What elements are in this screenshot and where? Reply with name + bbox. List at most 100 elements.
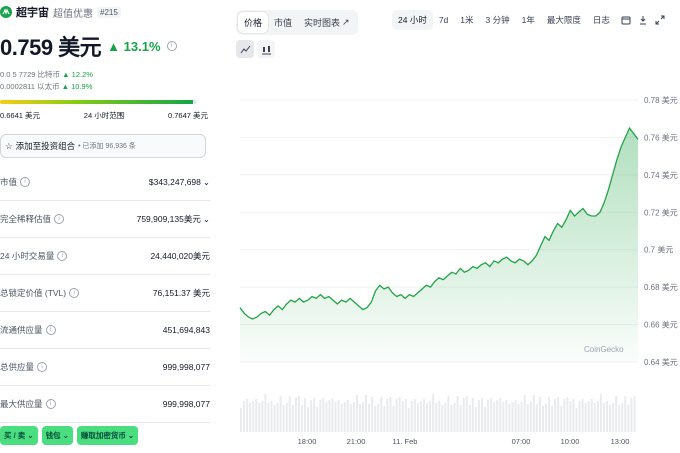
range-labels: 0.6641 美元 24 小时范围 0.7647 美元 [0,110,208,121]
stat-value: 999,998,077 [163,362,210,372]
volume-bar [377,404,380,432]
volume-bar [450,405,453,432]
volume-bar [447,396,450,432]
volume-bar [633,396,636,432]
volume-bar [438,401,441,432]
volume-bar [352,402,355,432]
volume-bar [297,396,300,432]
buy-sell-button[interactable]: 买 / 卖 ⌄ [0,426,38,445]
volume-bar [301,405,303,432]
volume-bar [459,405,462,432]
info-icon[interactable]: i [166,41,177,51]
volume-bar [240,408,242,432]
buy-sell-label: 买 / 卖 [4,431,26,440]
volume-bar [578,401,581,432]
volume-bar [545,404,547,432]
volume-bar [538,397,541,432]
stat-row: 最大供应量 i 999,998,077 [0,386,210,423]
volume-bar [490,398,493,432]
volume-bar [615,396,618,432]
stat-label-text: 市值 [0,177,18,187]
stats-list: 市值 i $343,247,698 ⌄ 完全稀释估值 i 759,909,135美元 ⌄ 24 … [0,164,210,423]
volume-bar [258,403,261,432]
stat-label: 总锁定价值 (TVL) i [0,287,80,299]
stat-label: 最大供应量 i [0,398,56,410]
coin-logo-icon [0,6,12,18]
volume-bar [404,399,407,432]
volume-bar [249,403,252,432]
chevron-down-icon[interactable]: ⌄ [203,214,210,225]
volume-bar [401,401,404,432]
info-icon[interactable]: i [54,214,65,224]
info-icon[interactable]: i [37,362,48,372]
volume-bar [484,407,486,432]
current-price: 0.759 美元 [0,35,102,60]
x-tick-label: 07:00 [512,437,531,446]
price-change-value: 13.1% [123,38,161,54]
y-axis-ticks: 0.78 美元 0.76 美元 0.74 美元 0.72 美元 0.7 美元 0.68 美… [644,95,678,367]
y-tick-label: 0.66 美元 [644,320,678,330]
volume-bar [621,403,624,432]
coin-name: 超宇宙 [16,7,49,19]
coin-tag: 超值优惠 [53,8,93,20]
volume-bar [313,398,316,432]
chevron-down-icon: ⌄ [27,431,34,440]
add-portfolio-button[interactable]: ☆ 添加至投资组合 • 已添加 96,936 条 [0,134,206,158]
volume-bar [374,406,377,432]
price-area [240,128,638,362]
volume-bar [368,404,371,432]
stat-value-text: 999,998,077 [162,362,210,372]
y-tick-label: 0.7 美元 [644,245,673,255]
volume-bar [395,399,398,432]
info-icon[interactable]: i [69,288,80,298]
info-icon[interactable]: i [45,399,56,409]
volume-bar [462,398,465,432]
volume-bar [560,406,563,432]
range-low: 0.6641 美元 [0,111,41,120]
volume-bar [508,404,511,432]
wallet-button[interactable]: 钱包 ⌄ [41,426,73,445]
portfolio-label: 添加至投资组合 [15,141,76,151]
price-chart[interactable]: 0.78 美元 0.76 美元 0.74 美元 0.72 美元 0.7 美元 0.68 美… [234,0,680,453]
eth-change-value: 10.9% [71,82,93,91]
y-tick-label: 0.76 美元 [644,132,678,142]
volume-bar [517,404,520,432]
chevron-down-icon[interactable]: ⌄ [203,177,210,188]
volume-bar [602,403,605,432]
info-icon[interactable]: i [57,251,68,261]
earn-button[interactable]: 赚取加密货币 ⌄ [76,426,139,445]
stat-row: 总锁定价值 (TVL) i 76,151.37 美元 [0,275,210,312]
volume-bar [609,405,612,432]
volume-bar [581,399,584,432]
stat-value: 999,998,077 [163,399,210,409]
volume-bar [593,403,596,432]
stat-value: 451,694,843 [163,325,210,335]
volume-bar [255,399,258,432]
stat-row: 总供应量 i 999,998,077 [0,349,210,386]
btc-price: 0.0 5 7729 比特币 [0,70,61,79]
range-label: 24 小时范围 [83,111,125,120]
volume-bar [541,406,544,432]
x-tick-label: 18:00 [298,437,317,446]
volume-bar [279,396,282,432]
volume-bar [429,401,432,432]
stat-value-text: 76,151.37 美元 [152,288,210,298]
volume-bar [270,401,273,432]
btc-change-value: 12.2% [71,70,93,79]
volume-bar [276,403,279,432]
wallet-label: 钱包 [45,431,61,440]
volume-bar [514,400,517,432]
rank-badge: #215 [97,6,121,18]
info-icon[interactable]: i [45,325,56,335]
stat-label: 完全稀释估值 i [0,213,65,225]
volume-bar [407,408,410,432]
stat-row: 24 小时交易量 i 24,440,020美元 [0,238,210,275]
action-buttons: 买 / 卖 ⌄ 钱包 ⌄ 赚取加密货币 ⌄ [0,426,139,445]
volume-bar [331,398,334,432]
volume-bar [252,401,255,432]
volume-bar [618,405,621,432]
volume-bar [267,403,270,432]
x-tick-label: 11. Feb [393,437,418,446]
info-icon[interactable]: i [20,177,31,187]
volume-bar [304,398,307,432]
